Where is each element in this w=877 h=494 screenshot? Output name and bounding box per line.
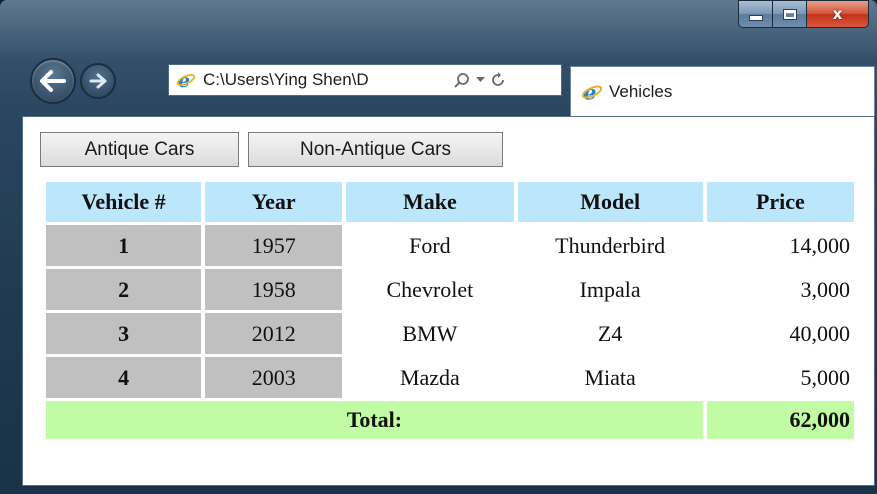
make-cell: Chevrolet <box>386 276 474 302</box>
price-cell: 5,000 <box>800 364 851 390</box>
vehicle-number-cell: 1 <box>46 225 202 266</box>
minimize-button[interactable] <box>738 0 773 28</box>
total-label: Total: <box>46 401 703 439</box>
year-cell: 1958 <box>205 269 343 310</box>
year-cell: 2012 <box>205 313 343 354</box>
total-value: 62,000 <box>706 401 854 439</box>
ie-logo-icon: e <box>581 81 603 103</box>
vehicle-number-cell: 2 <box>46 269 202 310</box>
table-row: 3 2012 BMW Z4 40,000 <box>46 313 854 354</box>
arrow-right-icon <box>89 73 107 89</box>
model-cell: Impala <box>579 276 641 302</box>
forward-button[interactable] <box>80 63 116 99</box>
ie-logo-icon: e <box>175 69 197 91</box>
dropdown-icon[interactable] <box>476 77 485 83</box>
tab-vehicles[interactable]: e Vehicles <box>570 66 875 116</box>
minimize-icon <box>748 15 763 21</box>
vehicle-number-cell: 3 <box>46 313 202 354</box>
price-cell: 3,000 <box>800 276 851 302</box>
price-cell: 14,000 <box>789 232 851 258</box>
table-header-row: Vehicle # Year Make Model Price <box>46 182 854 222</box>
year-cell: 2003 <box>205 357 343 398</box>
year-cell: 1957 <box>205 225 343 266</box>
model-cell: Z4 <box>597 320 623 346</box>
refresh-icon[interactable] <box>491 72 506 88</box>
make-cell: Ford <box>409 232 451 258</box>
close-button[interactable]: x <box>807 0 869 28</box>
address-input[interactable]: C:\Users\Ying Shen\D <box>203 70 447 90</box>
vehicles-table: Vehicle # Year Make Model Price 1 1957 F… <box>42 179 858 442</box>
column-header-year: Year <box>205 182 343 222</box>
vehicle-number-cell: 4 <box>46 357 202 398</box>
address-bar[interactable]: e C:\Users\Ying Shen\D <box>168 64 562 96</box>
column-header-model: Model <box>517 182 703 222</box>
tab-title: Vehicles <box>609 81 673 101</box>
column-header-vehicle-number: Vehicle # <box>46 182 202 222</box>
make-cell: Mazda <box>399 364 460 390</box>
close-icon: x <box>832 5 843 23</box>
browser-window: x e C:\Users\Ying Shen\D e Vehicles Anti… <box>0 0 877 494</box>
window-controls: x <box>738 0 869 30</box>
table-row: 2 1958 Chevrolet Impala 3,000 <box>46 269 854 310</box>
non-antique-cars-button[interactable]: Non-Antique Cars <box>248 132 503 167</box>
search-icon[interactable] <box>453 72 470 89</box>
table-row: 1 1957 Ford Thunderbird 14,000 <box>46 225 854 266</box>
maximize-icon <box>782 8 797 20</box>
arrow-left-icon <box>40 70 66 92</box>
column-header-price: Price <box>706 182 854 222</box>
page-content: Antique Cars Non-Antique Cars Vehicle # … <box>22 116 875 486</box>
table-row: 4 2003 Mazda Miata 5,000 <box>46 357 854 398</box>
model-cell: Miata <box>584 364 636 390</box>
model-cell: Thunderbird <box>555 232 666 258</box>
price-cell: 40,000 <box>789 320 851 346</box>
total-row: Total: 62,000 <box>46 401 854 439</box>
make-cell: BMW <box>402 320 458 346</box>
antique-cars-button[interactable]: Antique Cars <box>40 132 239 167</box>
address-tools <box>453 72 506 89</box>
maximize-button[interactable] <box>773 0 807 28</box>
back-button[interactable] <box>30 58 76 104</box>
column-header-make: Make <box>346 182 514 222</box>
